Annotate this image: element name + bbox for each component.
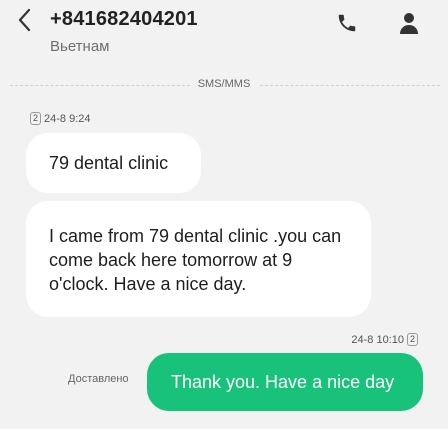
sim-badge: 2 (30, 112, 42, 125)
outgoing-timestamp: 24-8 10:10 (351, 333, 404, 346)
contact-button[interactable] (399, 10, 419, 36)
incoming-timestamp: 24-8 9:24 (44, 112, 91, 125)
channel-label: SMS/MMS (197, 78, 251, 90)
call-button[interactable] (336, 12, 358, 34)
incoming-message-bubble[interactable]: I came from 79 dental clinic .you can co… (26, 201, 371, 317)
phone-icon (338, 14, 356, 32)
channel-divider: SMS/MMS (0, 77, 448, 93)
incoming-message-meta: 2 24-8 9:24 (30, 112, 91, 125)
divider-line-right (260, 85, 440, 86)
chevron-left-icon (18, 8, 31, 32)
sim-badge: 2 (406, 333, 418, 346)
person-icon (400, 13, 418, 34)
outgoing-message-bubble[interactable]: Thank you. Have a nice day (147, 353, 423, 411)
delivery-status: Доставлено (68, 373, 129, 385)
contact-location: Вьетнам (50, 38, 110, 55)
back-button[interactable] (14, 6, 36, 34)
conversation-header: +841682404201 Вьетнам (0, 0, 448, 70)
incoming-message-bubble[interactable]: 79 dental clinic (26, 133, 201, 193)
contact-phone-number: +841682404201 (50, 8, 198, 30)
outgoing-message-meta: 24-8 10:10 2 (351, 333, 418, 346)
